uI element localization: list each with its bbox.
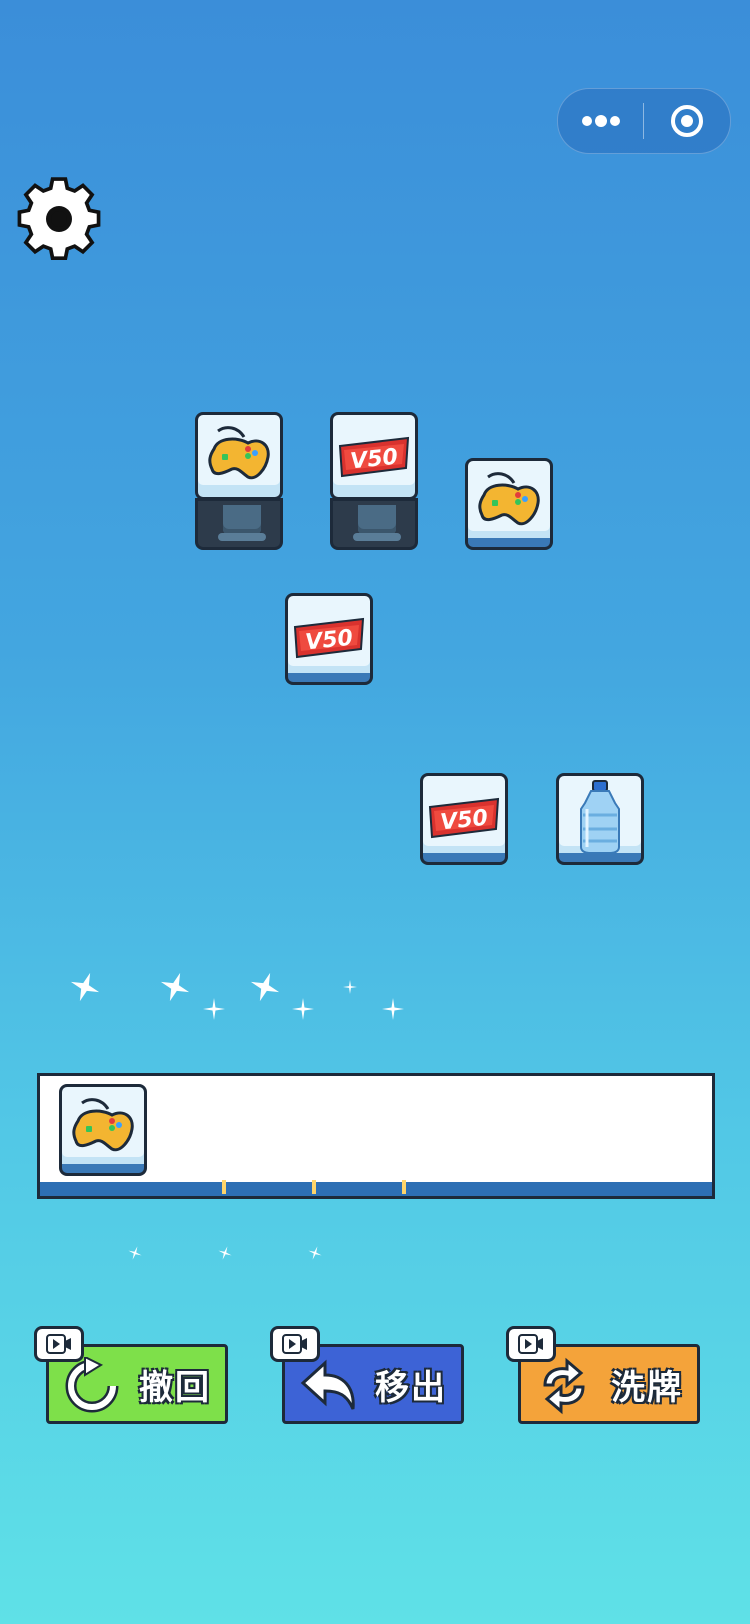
tile-face: V50 (285, 593, 373, 681)
tile-face (556, 773, 644, 861)
svg-text:V50: V50 (304, 626, 354, 656)
gamepad-icon (72, 1098, 134, 1152)
sparkle-icon (218, 1245, 232, 1264)
board-tile[interactable]: V50 (330, 412, 418, 556)
tile-base (465, 538, 553, 550)
video-play-icon (282, 1334, 307, 1354)
sparkle-icon (160, 972, 190, 1006)
tile-base (420, 853, 508, 865)
board-tile[interactable]: V50 (285, 593, 373, 685)
target-close-icon[interactable] (644, 89, 729, 153)
svg-text:V50: V50 (349, 445, 399, 475)
video-play-icon (46, 1334, 71, 1354)
water-bottle-icon (580, 780, 620, 854)
sparkle-icon (308, 1245, 322, 1264)
sparkle-icon (382, 998, 404, 1024)
v50-coupon-icon: V50 (293, 617, 365, 659)
shuffle-arrows-icon (543, 1357, 585, 1415)
video-ad-badge (270, 1326, 320, 1362)
tray-slot-divider (402, 1180, 406, 1194)
sparkle-icon (128, 1245, 142, 1264)
sparkle-icon (70, 972, 100, 1006)
more-dots-icon[interactable] (558, 89, 643, 153)
tile-covered-base (195, 498, 283, 550)
video-play-icon (518, 1334, 543, 1354)
back-arrow-icon (300, 1359, 355, 1410)
board-tile[interactable]: V50 (420, 773, 508, 865)
tray-slot-divider (312, 1180, 316, 1194)
board-tile[interactable] (195, 412, 283, 556)
v50-coupon-icon: V50 (428, 797, 500, 839)
sparkle-icon (343, 979, 357, 998)
tile-tray (37, 1073, 715, 1199)
gear-icon (17, 177, 101, 261)
board-tile[interactable] (465, 458, 553, 550)
sparkle-icon (292, 998, 314, 1024)
svg-text:V50: V50 (439, 806, 489, 836)
video-ad-badge (34, 1326, 84, 1362)
tile-base (59, 1164, 147, 1176)
board-tile[interactable] (556, 773, 644, 865)
sparkle-icon (250, 972, 280, 1006)
tray-slot-tile[interactable] (59, 1084, 147, 1176)
tile-base (285, 673, 373, 685)
tray-slot-divider (222, 1180, 226, 1194)
tile-covered-base (330, 498, 418, 550)
gamepad-icon (208, 426, 270, 480)
tray-bottom-bar (40, 1180, 712, 1196)
tile-face (59, 1084, 147, 1172)
tile-face: V50 (420, 773, 508, 861)
tile-face (195, 412, 283, 500)
tile-face (465, 458, 553, 546)
settings-button[interactable] (16, 176, 102, 262)
v50-coupon-icon: V50 (338, 436, 410, 478)
tile-face: V50 (330, 412, 418, 500)
remove-label: 移出 (375, 1367, 447, 1408)
miniprogram-capsule (557, 88, 731, 154)
gamepad-icon (478, 472, 540, 526)
undo-label: 撤回 (139, 1367, 211, 1408)
undo-circle-arrow-icon (65, 1357, 119, 1413)
sparkle-icon (203, 998, 225, 1024)
shuffle-label: 洗牌 (611, 1367, 683, 1408)
video-ad-badge (506, 1326, 556, 1362)
